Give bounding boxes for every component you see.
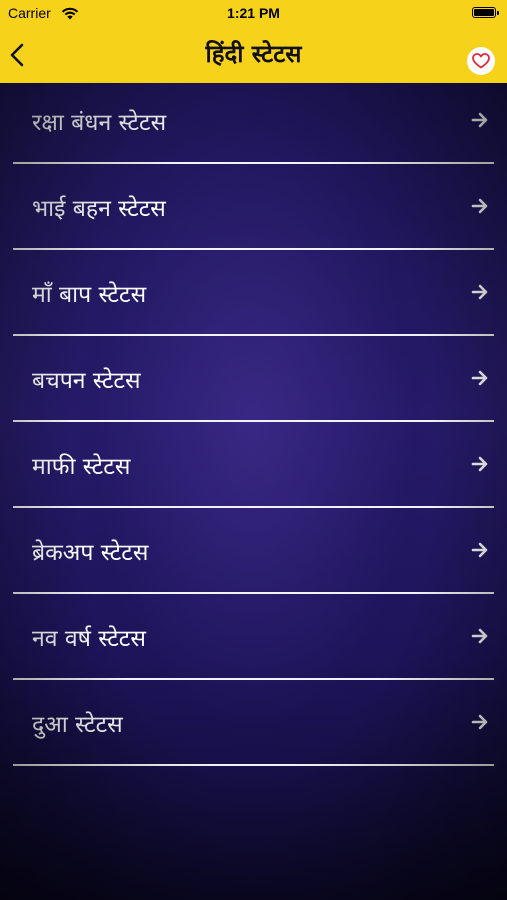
arrow-right-icon bbox=[471, 714, 488, 730]
list-item[interactable]: माँ बाप स्टेटस bbox=[0, 255, 507, 339]
list-item-label: भाई बहन स्टेटस bbox=[32, 196, 166, 222]
divider bbox=[13, 592, 494, 594]
arrow-right-icon bbox=[471, 284, 488, 300]
status-category-list-area: रक्षा बंधन स्टेटस भाई बहन स्टेटस माँ बाप… bbox=[0, 83, 507, 900]
arrow-right-icon bbox=[471, 198, 488, 214]
list-item-label: दुआ स्टेटस bbox=[32, 712, 123, 738]
arrow-right-icon bbox=[471, 370, 488, 386]
divider bbox=[13, 420, 494, 422]
list-item-label: रक्षा बंधन स्टेटस bbox=[32, 110, 167, 136]
favorite-button[interactable] bbox=[467, 47, 495, 75]
heart-icon bbox=[472, 53, 490, 69]
list-item-label: माँ बाप स्टेटस bbox=[32, 282, 147, 308]
status-bar: Carrier 1:21 PM bbox=[0, 0, 507, 26]
list-item-label: नव वर्ष स्टेटस bbox=[32, 626, 146, 652]
list-item-label: ब्रेकअप स्टेटस bbox=[32, 540, 149, 566]
list-item[interactable]: माफी स्टेटस bbox=[0, 427, 507, 511]
arrow-right-icon bbox=[471, 628, 488, 644]
navigation-bar: हिंदी स्टेटस bbox=[0, 26, 507, 83]
arrow-right-icon bbox=[471, 542, 488, 558]
category-list: रक्षा बंधन स्टेटस भाई बहन स्टेटस माँ बाप… bbox=[0, 83, 507, 855]
divider bbox=[13, 678, 494, 680]
list-item[interactable]: दुआ स्टेटस bbox=[0, 685, 507, 769]
arrow-right-icon bbox=[471, 456, 488, 472]
divider bbox=[13, 764, 494, 766]
list-item[interactable] bbox=[0, 771, 507, 855]
page-title: हिंदी स्टेटस bbox=[205, 40, 302, 68]
list-item[interactable]: भाई बहन स्टेटस bbox=[0, 169, 507, 253]
list-item-label: बचपन स्टेटस bbox=[32, 368, 141, 394]
arrow-right-icon bbox=[471, 112, 488, 128]
divider bbox=[13, 334, 494, 336]
list-item[interactable]: रक्षा बंधन स्टेटस bbox=[0, 83, 507, 167]
list-item[interactable]: नव वर्ष स्टेटस bbox=[0, 599, 507, 683]
divider bbox=[13, 248, 494, 250]
battery-icon bbox=[472, 7, 499, 18]
divider bbox=[13, 162, 494, 164]
list-item-label: माफी स्टेटस bbox=[32, 454, 131, 480]
divider bbox=[13, 506, 494, 508]
list-item[interactable]: बचपन स्टेटस bbox=[0, 341, 507, 425]
list-item[interactable]: ब्रेकअप स्टेटस bbox=[0, 513, 507, 597]
clock: 1:21 PM bbox=[227, 5, 280, 21]
